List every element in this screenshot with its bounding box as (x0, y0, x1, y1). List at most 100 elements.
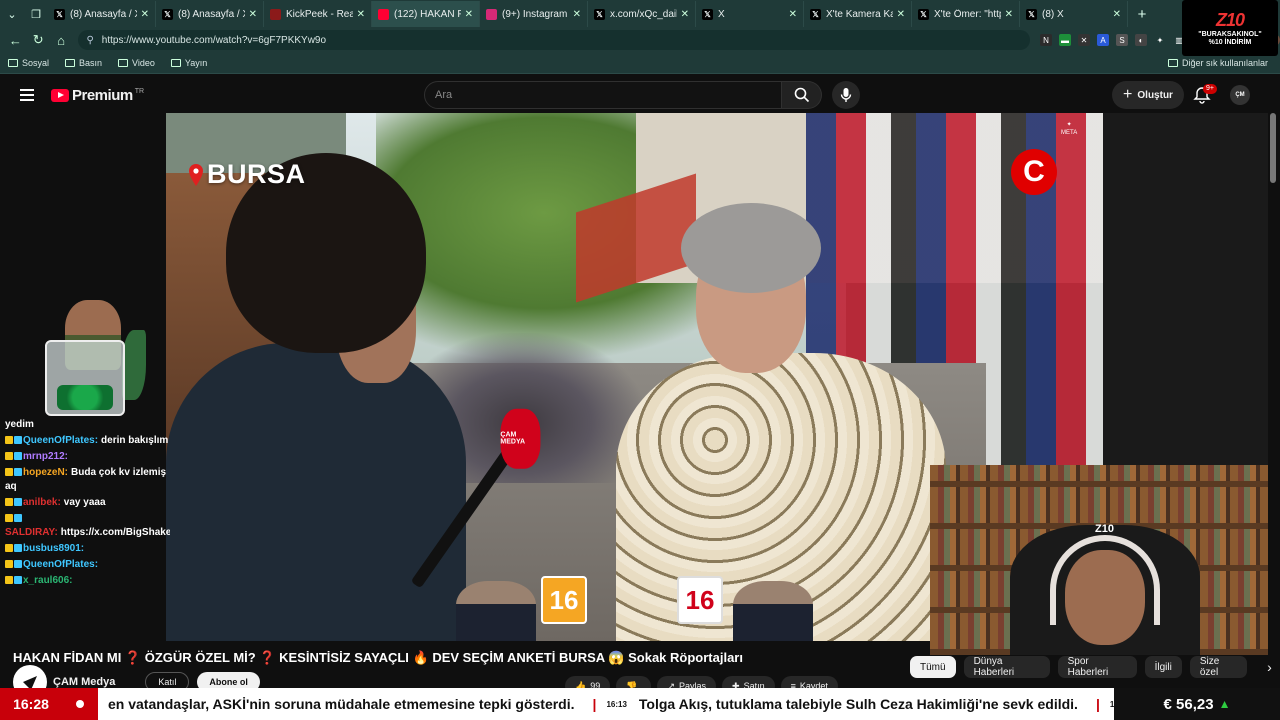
close-tab-icon[interactable]: ✕ (681, 9, 689, 20)
chat-badge-icon (5, 468, 13, 477)
chat-username[interactable]: SALDIRAY: (5, 527, 58, 538)
workspaces-icon[interactable]: ❐ (24, 3, 48, 25)
close-tab-icon[interactable]: ✕ (897, 9, 905, 20)
bookmark-folder[interactable]: Sosyal (8, 58, 49, 68)
close-tab-icon[interactable]: ✕ (357, 9, 365, 20)
chat-badge-icon (5, 436, 13, 445)
bookmark-folder[interactable]: Basın (65, 58, 102, 68)
extension-icon[interactable]: ▬ (1058, 34, 1071, 46)
close-tab-icon[interactable]: ✕ (1113, 9, 1121, 20)
ticker-live-dot-icon (62, 688, 98, 720)
bookmark-folder[interactable]: Video (118, 58, 155, 68)
close-tab-icon[interactable]: ✕ (573, 9, 581, 20)
extension-icon[interactable]: S (1115, 34, 1128, 46)
chat-username[interactable]: hopezeN: (23, 467, 68, 478)
video-interviewee (596, 203, 956, 641)
chat-message: busbus8901: (0, 542, 170, 556)
euro-rate: € 56,23 ▲ (1114, 688, 1280, 720)
new-tab-button[interactable]: + (1128, 6, 1156, 23)
create-button[interactable]: + Oluştur (1112, 81, 1184, 109)
chat-username[interactable]: QueenOfPlates: (23, 559, 98, 570)
z10-logo: Z10 (1215, 9, 1245, 30)
x-icon: 𝕏 (918, 8, 929, 20)
related-chips: Tümü Dünya Haberleri Spor Haberleri İlgili S… (910, 656, 1280, 678)
account-avatar[interactable]: ÇM (1230, 85, 1250, 105)
x-icon: 𝕏 (54, 8, 65, 20)
close-tab-icon[interactable]: ✕ (789, 9, 797, 20)
chat-message: anilbek: vay yaaa (0, 496, 170, 510)
chat-message: yedim (0, 418, 170, 432)
address-bar-row: ← ↻ ⌂ ⚲ https://www.youtube.com/watch?v=… (0, 28, 1280, 52)
extension-icon[interactable]: ◐ (1134, 34, 1147, 46)
chat-username[interactable]: mrnp212: (23, 451, 68, 462)
chat-text: https://x.com/BigShaker01/status/2093041… (60, 527, 170, 538)
youtube-logo[interactable]: Premium TR (51, 87, 144, 104)
reload-icon[interactable]: ↻ (27, 32, 50, 48)
chat-username[interactable]: x_raul606: (23, 575, 72, 586)
chat-message: QueenOfPlates: (0, 558, 170, 572)
tab-list-chevron-icon[interactable]: ⌄ (0, 3, 24, 25)
ticker-headline: en vatandaşlar, ASKİ'nin soruna müdahale… (108, 696, 575, 712)
back-arrow-icon[interactable]: ← (4, 33, 27, 48)
x-icon: 𝕏 (594, 8, 605, 20)
browser-tab[interactable]: 𝕏 (8) X ✕ (1020, 1, 1128, 27)
browser-tab[interactable]: 𝕏 (8) Anasayfa / X ✕ (156, 1, 264, 27)
filter-chip[interactable]: Tümü (910, 656, 956, 678)
close-tab-icon[interactable]: ✕ (249, 9, 257, 20)
browser-tab[interactable]: 𝕏 (8) Anasayfa / X ✕ (48, 1, 156, 27)
channel-name[interactable]: ÇAM Medya (53, 676, 115, 688)
bookmark-label: Yayın (184, 57, 208, 68)
folder-icon (65, 58, 76, 67)
meta-watermark-text: META (1061, 130, 1078, 136)
site-info-icon[interactable]: ⚲ (86, 35, 93, 46)
search-input[interactable]: Ara (424, 81, 782, 109)
promo-badge: Z10 "BURAKSAKINOL" %10 İNDİRİM (1182, 0, 1278, 56)
filter-chip[interactable]: Size özel (1189, 656, 1247, 678)
chat-message: hopezeN: Buda çok kv izlemiş aq (0, 466, 170, 494)
tab-title: (8) X (1042, 8, 1064, 20)
extension-icon[interactable]: ✕ (1077, 34, 1090, 46)
filter-chip[interactable]: İlgili (1144, 656, 1182, 678)
chat-username[interactable]: QueenOfPlates: (23, 435, 98, 446)
browser-tab[interactable]: 𝕏 X'te Kamera Kaydı C ✕ (804, 1, 912, 27)
chat-badge-icon (5, 576, 13, 585)
other-bookmarks[interactable]: Diğer sık kullanılanlar (1167, 58, 1268, 68)
filter-chip[interactable]: Dünya Haberleri (963, 656, 1050, 678)
browser-tab[interactable]: KickPeek - Real-time ✕ (264, 1, 372, 27)
news-ticker: 16:28 en vatandaşlar, ASKİ'nin soruna mü… (0, 688, 1280, 720)
chat-badge-icon (5, 452, 13, 461)
youtube-header: Premium TR Ara + Oluştur 9+ ÇM (0, 76, 1280, 114)
side-panel (1103, 113, 1268, 465)
browser-tab[interactable]: (122) HAKAN F ✕ (372, 1, 480, 27)
mic-flag-label: ÇAM MEDYA (500, 408, 541, 469)
chevron-right-icon[interactable]: › (1259, 656, 1280, 678)
close-tab-icon[interactable]: ✕ (141, 9, 149, 20)
chat-text: vay yaaa (63, 497, 106, 508)
url-field[interactable]: ⚲ https://www.youtube.com/watch?v=6gF7PK… (78, 30, 1030, 50)
ticker-track: en vatandaşlar, ASKİ'nin soruna müdahale… (98, 688, 1114, 720)
streamer-webcam: Z10 (930, 465, 1268, 655)
search-button[interactable] (782, 81, 822, 109)
close-tab-icon[interactable]: ✕ (465, 9, 473, 20)
close-tab-icon[interactable]: ✕ (1005, 9, 1013, 20)
ticker-separator: | (592, 696, 597, 712)
chat-username[interactable]: busbus8901: (23, 543, 84, 554)
voice-search-button[interactable] (832, 81, 860, 109)
translate-icon[interactable]: A (1096, 34, 1109, 46)
chat-username[interactable]: anilbek: (23, 497, 61, 508)
bookmark-folder[interactable]: Yayın (170, 57, 208, 68)
home-icon[interactable]: ⌂ (50, 33, 73, 48)
browser-tab[interactable]: 𝕏x.com/xQc_dailyy/st ✕ (588, 1, 696, 27)
chat-username[interactable]: yedim (5, 419, 34, 430)
menu-icon[interactable] (20, 89, 34, 101)
browser-tab[interactable]: 𝕏 X'te Ömer: "https:// ✕ (912, 1, 1020, 27)
browser-tab[interactable]: 𝕏 X ✕ (696, 1, 804, 27)
tab-title: (9+) Instagram (502, 8, 568, 20)
page-scrollbar[interactable] (1270, 113, 1276, 183)
chat-badge-icon (5, 560, 13, 569)
extension-icon[interactable]: N (1039, 34, 1052, 46)
puzzle-icon[interactable]: ✦ (1153, 34, 1166, 46)
chat-badge-icon (14, 514, 22, 523)
browser-tab[interactable]: (9+) Instagram ✕ (480, 1, 588, 27)
filter-chip[interactable]: Spor Haberleri (1057, 656, 1137, 678)
